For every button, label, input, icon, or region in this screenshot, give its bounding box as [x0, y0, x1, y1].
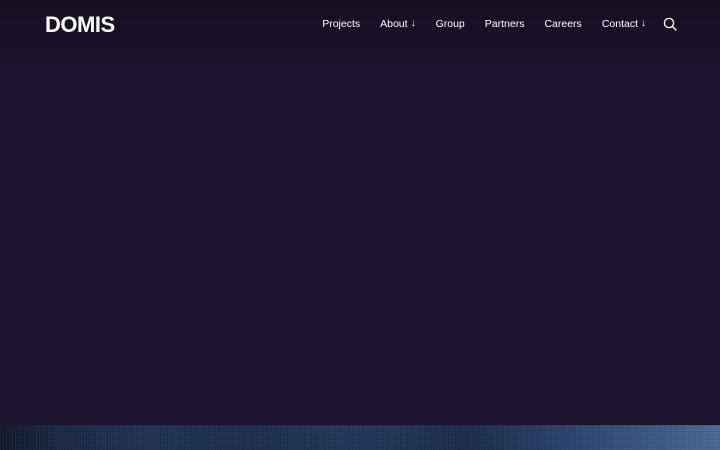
search-icon [663, 17, 677, 31]
nav-item-contact[interactable]: Contact ↓ [602, 17, 646, 31]
site-header: DOMIS Projects About ↓ Group Partners Ca… [0, 0, 720, 76]
nav-item-partners[interactable]: Partners [485, 17, 525, 31]
nav-item-about[interactable]: About ↓ [380, 17, 415, 31]
domis-logo[interactable]: DOMIS [45, 14, 115, 36]
search-button[interactable] [663, 17, 677, 31]
nav-item-projects[interactable]: Projects [322, 17, 360, 31]
arrow-down-icon: ↓ [641, 18, 646, 29]
main-nav: Projects About ↓ Group Partners Careers … [322, 17, 646, 31]
nav-item-label: Careers [544, 18, 582, 30]
nav-item-label: Partners [484, 18, 525, 30]
nav-item-label: About [380, 18, 408, 30]
nav-item-label: Group [435, 18, 465, 30]
nav-item-group[interactable]: Group [436, 17, 465, 31]
nav-item-label: Projects [322, 18, 361, 30]
hero-image [0, 425, 720, 450]
nav-item-careers[interactable]: Careers [544, 17, 581, 31]
arrow-down-icon: ↓ [410, 18, 416, 29]
page: DOMIS Projects About ↓ Group Partners Ca… [0, 0, 720, 450]
nav-item-label: Contact [601, 18, 638, 30]
